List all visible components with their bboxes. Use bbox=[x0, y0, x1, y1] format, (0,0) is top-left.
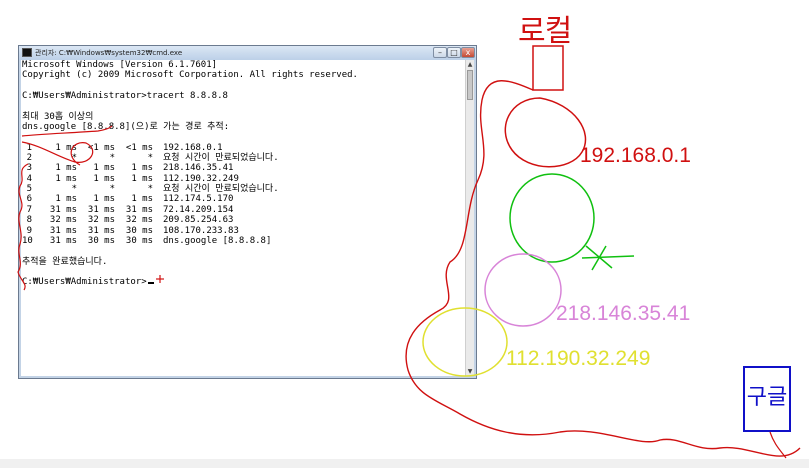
red-underline-stroke bbox=[21, 125, 113, 137]
hop3-ip-label: 218.146.35.41 bbox=[556, 302, 691, 325]
hop1-ip-label: 192.168.0.1 bbox=[580, 144, 691, 167]
hand-drawn-annotations bbox=[17, 45, 801, 459]
green-circle bbox=[509, 173, 595, 263]
pink-circle bbox=[484, 253, 562, 327]
red-loop-stroke bbox=[21, 141, 94, 166]
red-tail-stroke bbox=[769, 431, 787, 459]
red-bracket-stroke bbox=[17, 163, 29, 291]
yellow-circle bbox=[422, 307, 508, 377]
red-hop1-circle bbox=[504, 97, 587, 168]
hop4-ip-label: 112.190.32.249 bbox=[506, 347, 651, 370]
router-box bbox=[532, 45, 564, 91]
router-label: 로컬 bbox=[518, 15, 572, 48]
google-box: 구글 bbox=[743, 366, 791, 432]
red-tree-outline-stroke bbox=[405, 80, 801, 457]
green-x-stroke-3 bbox=[581, 255, 635, 259]
